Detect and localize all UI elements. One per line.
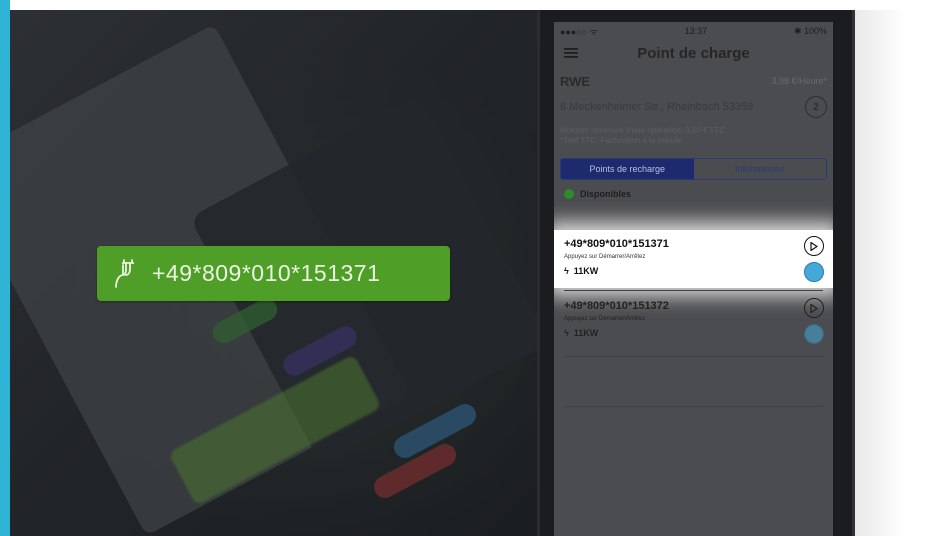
top-bar [0, 0, 939, 10]
left-accent-bar [0, 0, 10, 536]
operator-row: RWE 3,98 €/Heure* [554, 70, 833, 92]
charge-point-count-badge: 2 [805, 96, 827, 118]
available-dot-icon [564, 189, 574, 199]
charge-point-item[interactable]: +49*809*010*151371 Appuyez sur Démarrer/… [554, 230, 833, 288]
charge-point-hint: Appuyez sur Démarrer/Arrêtez [564, 254, 646, 260]
play-icon [810, 303, 818, 313]
app-screen: ●●●○○ ᯤ 13:37 ✱ 100% Point de charge RWE… [554, 22, 833, 536]
nav-bar: Point de charge [554, 40, 833, 66]
page-title: Point de charge [637, 44, 750, 62]
hamburger-icon[interactable] [564, 48, 578, 58]
pricing-info: Montant minimum d'une opération: 0,50 € … [554, 126, 833, 146]
battery-indicator: ✱ 100% [793, 25, 827, 36]
bolt-icon: ϟ [564, 328, 569, 338]
tariff-note-text: *Tarif TTC. Facturation à la minute. [560, 136, 684, 145]
address-row: 8 Meckenheimer Str., Rheinbach 53359 2 [554, 92, 833, 122]
play-icon [810, 241, 818, 251]
right-side-panel [855, 10, 939, 536]
divider [564, 290, 823, 291]
charge-point-hint: Appuyez sur Démarrer/Arrêtez [564, 316, 646, 322]
charge-point-number: +49*809*010*151372 [564, 300, 669, 312]
power-value: 11KW [573, 266, 599, 276]
availability-label: Disponibles [580, 189, 632, 199]
price-label: 3,98 €/Heure* [771, 76, 827, 86]
operator-name: RWE [560, 73, 591, 89]
power-value: 11KW [573, 328, 599, 338]
divider [564, 406, 823, 407]
connector-type2-icon [804, 262, 824, 282]
tab-information[interactable]: Informations [694, 159, 827, 179]
tab-charge-points[interactable]: Points de recharge [561, 159, 694, 179]
ev-plug-icon [115, 258, 134, 288]
charge-point-number: +49*809*010*151371 [564, 238, 669, 250]
pill-phone-number: +49*809*010*151371 [152, 260, 381, 286]
charge-point-number-pill: +49*809*010*151371 [97, 246, 450, 301]
availability-header: Disponibles [554, 187, 833, 201]
start-button[interactable] [804, 236, 824, 256]
charge-point-item[interactable]: +49*809*010*151372 Appuyez sur Démarrer/… [554, 292, 833, 350]
signal-indicator: ●●●○○ ᯤ [560, 26, 598, 37]
clock: 13:37 [684, 26, 708, 36]
status-bar: ●●●○○ ᯤ 13:37 ✱ 100% [554, 22, 833, 40]
charge-point-power: ϟ 11KW [564, 328, 598, 338]
connector-type2-icon [804, 324, 824, 344]
divider [564, 356, 823, 357]
start-button[interactable] [804, 298, 824, 318]
station-address: 8 Meckenheimer Str., Rheinbach 53359 [560, 101, 754, 113]
charge-point-power: ϟ 11KW [564, 266, 598, 276]
bolt-icon: ϟ [564, 266, 569, 276]
min-amount-text: Montant minimum d'une opération: 0,50 € … [560, 126, 726, 135]
segmented-tabs: Points de recharge Informations [560, 158, 827, 180]
